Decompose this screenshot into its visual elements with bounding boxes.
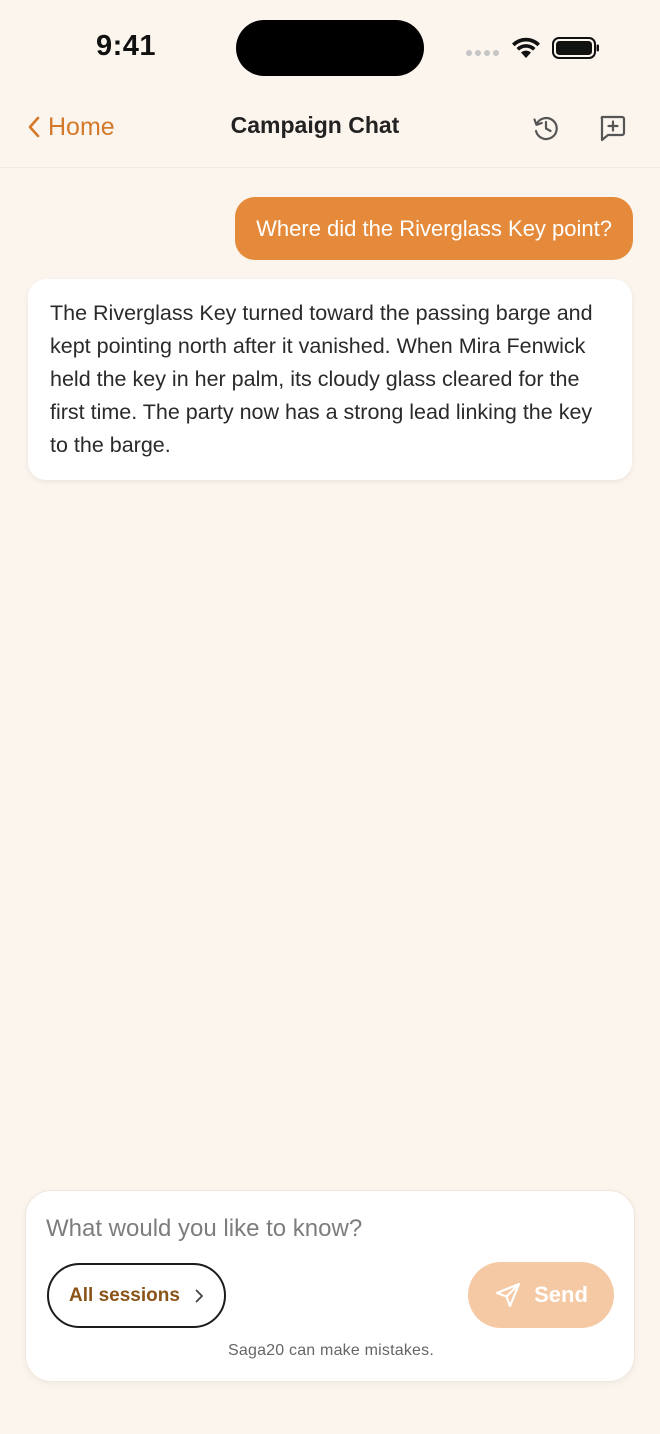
cellular-signal-icon xyxy=(466,50,499,56)
dynamic-island xyxy=(236,20,424,76)
history-icon[interactable] xyxy=(530,112,562,144)
nav-header: Home Campaign Chat xyxy=(0,96,660,168)
chevron-right-icon xyxy=(195,1289,203,1302)
disclaimer-text: Saga20 can make mistakes. xyxy=(228,1342,434,1359)
status-bar: 9:41 xyxy=(0,0,660,96)
battery-icon xyxy=(552,37,599,59)
status-time: 9:41 xyxy=(96,30,157,62)
new-chat-icon[interactable] xyxy=(596,112,628,144)
send-button[interactable]: Send xyxy=(468,1262,614,1328)
user-message: Where did the Riverglass Key point? xyxy=(235,197,633,260)
send-icon xyxy=(495,1282,521,1308)
sessions-filter-label: All sessions xyxy=(69,1284,180,1306)
sessions-filter-button[interactable]: All sessions xyxy=(47,1263,226,1328)
send-label: Send xyxy=(534,1282,588,1307)
assistant-message: The Riverglass Key turned toward the pas… xyxy=(28,279,632,480)
composer: All sessions Send Saga20 can make mistak… xyxy=(25,1190,635,1382)
wifi-icon xyxy=(512,37,540,58)
message-input[interactable] xyxy=(46,1209,606,1249)
